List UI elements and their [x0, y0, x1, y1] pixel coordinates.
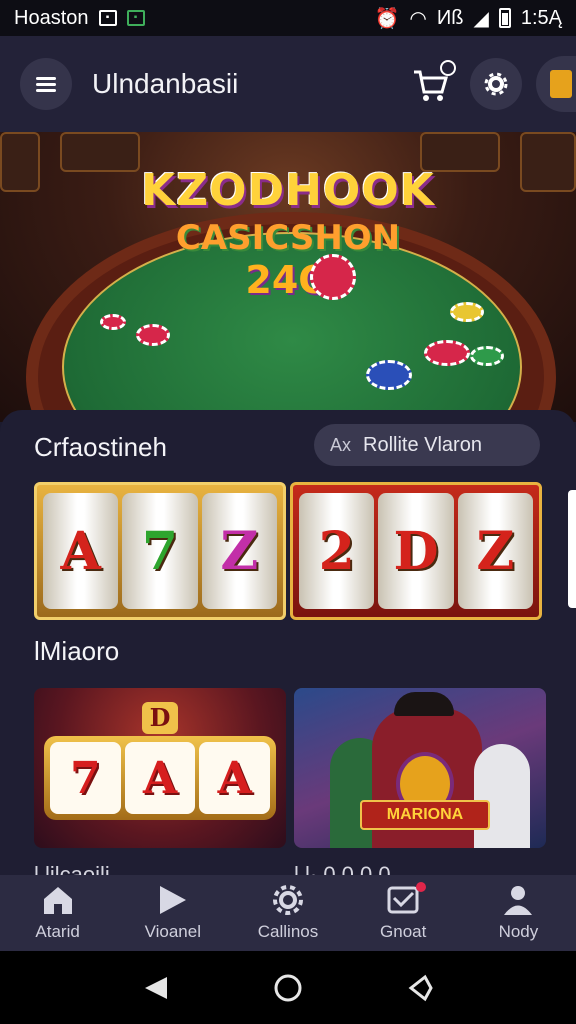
poker-chip-icon: [100, 314, 126, 330]
person-figure: [474, 744, 530, 848]
wifi-icon: ◠: [409, 7, 427, 30]
poker-chip-icon: [470, 346, 504, 366]
poker-chip-icon: [424, 340, 470, 366]
slot-reel: Z: [201, 493, 277, 609]
signal-label: Иß: [436, 6, 464, 29]
app-notification-icon: ▪: [126, 10, 145, 26]
filter-pill[interactable]: Aх Rollite Vlaron: [314, 424, 540, 466]
signal-icon: ◢: [473, 7, 489, 30]
app-title: Ulndanbasii: [92, 68, 239, 99]
game-card[interactable]: 7 A A D: [34, 688, 286, 848]
cart-badge: [440, 60, 456, 76]
slot-machine-decor: [60, 132, 140, 172]
notification-badge: [416, 882, 427, 892]
play-icon: [156, 884, 190, 916]
menu-button[interactable]: [20, 58, 72, 110]
hero-subtitle: CASICSHON: [175, 218, 401, 258]
status-bar: Hoaston ▪ ▪ ⏰ ◠ Иß ◢ 1:5Ą: [0, 0, 576, 36]
scroll-handle[interactable]: [568, 490, 576, 608]
game-card[interactable]: MARIONA: [294, 688, 546, 848]
nav-label: Nody: [498, 922, 539, 941]
home-circle-icon[interactable]: [273, 973, 303, 1003]
profile-icon: [501, 884, 535, 916]
inbox-icon: [386, 882, 427, 916]
slot-reel: 7: [122, 493, 198, 609]
slot-reel: A: [124, 742, 196, 814]
hero-banner[interactable]: KZODHOOK CASICSHON 24O: [0, 132, 576, 422]
nav-item-home[interactable]: Atarid: [0, 875, 115, 951]
battery-icon: [498, 8, 511, 28]
slot-game-card[interactable]: A 7 Z: [34, 482, 286, 620]
avatar[interactable]: [536, 56, 576, 112]
poker-chip-icon: [450, 302, 484, 322]
section-header: lMiaoro: [34, 636, 119, 667]
nav-item-settings[interactable]: Callinos: [230, 875, 345, 951]
section-title: lMiaoro: [34, 636, 120, 666]
top-symbol: D: [142, 702, 178, 734]
nav-item-profile[interactable]: Nody: [461, 875, 576, 951]
settings-icon: [484, 72, 508, 96]
hero-year: 24O: [245, 258, 331, 302]
nav-label: Callinos: [257, 922, 319, 941]
reel-strip: 7 A A: [44, 736, 276, 820]
nav-item-play[interactable]: Vioanel: [115, 875, 230, 951]
translate-icon: Aх: [330, 434, 352, 455]
cart-button[interactable]: [404, 58, 456, 110]
home-icon: [41, 884, 75, 916]
nav-label: Gnoat: [380, 922, 427, 941]
nav-item-inbox[interactable]: Gnoat: [346, 875, 461, 951]
filter-pill-label: Rollite Vlaron: [363, 433, 482, 456]
slot-reel: 2: [299, 493, 375, 609]
settings-gear-icon: [271, 884, 305, 916]
slot-reel: Z: [457, 493, 533, 609]
game-banner: MARIONA: [360, 800, 490, 830]
back-icon[interactable]: [141, 973, 171, 1003]
slot-reel: D: [378, 493, 454, 609]
slot-reel: A: [199, 742, 271, 814]
poker-chip-icon: [310, 254, 356, 300]
game-card-label: l lilcaoili: [34, 862, 110, 875]
hero-title: KZODHOOK: [141, 165, 435, 216]
slot-game-card[interactable]: 2 D Z: [290, 482, 542, 620]
nav-label: Atarid: [35, 922, 80, 941]
hamburger-menu-icon: [36, 74, 56, 95]
notification-icon: ▪: [98, 10, 117, 26]
slot-reel: A: [43, 493, 119, 609]
carrier-label: Hoaston: [14, 6, 89, 29]
section-title: Crfaostineh: [34, 432, 167, 462]
clock: 1:5Ą: [520, 6, 562, 29]
system-nav-bar: [0, 951, 576, 1024]
hat-decor: [394, 692, 454, 716]
poker-chip-icon: [136, 324, 170, 346]
settings-button[interactable]: [470, 58, 522, 110]
bottom-nav: Atarid Vioanel Callinos Gnoat Nody: [0, 875, 576, 951]
nav-label: Vioanel: [144, 922, 201, 941]
game-card-label: l l· 0 0 0 0: [294, 862, 391, 875]
content-panel: Crfaostineh Aх Rollite Vlaron A 7 Z 2 D …: [0, 410, 576, 875]
slot-reel: 7: [50, 742, 121, 814]
app-header: Ulndanbasii: [0, 36, 576, 132]
poker-chip-icon: [366, 360, 412, 390]
recents-icon[interactable]: [405, 973, 435, 1003]
alarm-icon: ⏰: [374, 7, 400, 30]
section-header: Crfaostineh: [34, 432, 167, 463]
